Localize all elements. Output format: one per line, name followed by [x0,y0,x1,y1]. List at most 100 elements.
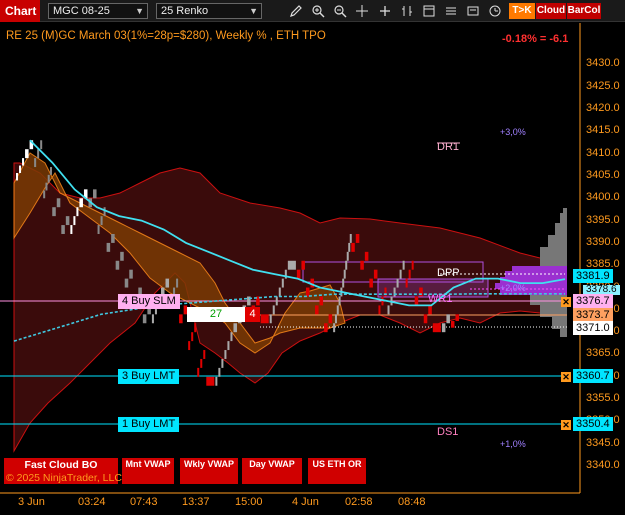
renko-brick [97,225,100,234]
renko-brick [315,305,319,315]
renko-brick [111,233,115,243]
price-tag-3371-0: 3371.0 [573,321,613,335]
renko-brick [34,158,37,168]
plus1-label: +1,0% [500,439,526,449]
renko-brick [269,314,272,324]
chevron-down-icon: ▼ [249,6,258,16]
renko-brick [296,269,301,279]
copyright-text: © 2025 NinjaTrader, LLC [6,472,122,484]
position-pnl-ticks[interactable]: 27 [187,307,245,322]
close-order-icon[interactable]: ✕ [561,297,571,307]
buy-slm-order-label[interactable]: 4 Buy SLM [118,294,180,309]
renko-brick [106,242,111,252]
bar-style-icon[interactable] [398,2,416,20]
price-tag-3360-7: 3360.7 [573,369,613,383]
renko-brick [305,287,310,297]
renko-brick [348,242,351,252]
y-tick-label: 3390.0 [586,235,620,248]
price-chart[interactable] [0,23,625,515]
pencil-icon[interactable] [287,2,305,20]
renko-brick [343,269,346,279]
mnt-vwap-button[interactable]: Mnt VWAP [122,458,174,484]
fast-cloud-bo-label: Fast Cloud BO [24,459,98,471]
price-tag-3373-7: 3373.7 [573,308,613,322]
cloud-button[interactable]: Cloud [536,3,566,19]
renko-brick [40,140,43,150]
plus3-label: +3,0% [500,127,526,137]
y-tick-label: 3415.0 [586,124,620,137]
plus-icon[interactable] [376,2,394,20]
renko-brick [120,251,124,261]
renko-brick [301,260,305,270]
renko-brick [165,278,170,288]
period-selector[interactable]: 25 Renko ▼ [156,3,262,19]
change-readout: -0.18% = -6.1 [502,33,569,45]
chart-tab-label[interactable]: Chart [0,0,40,22]
renko-brick [260,314,269,324]
renko-brick [129,269,133,279]
renko-brick [93,189,97,199]
y-tick-label: 3430.0 [586,57,620,70]
renko-brick [428,305,432,315]
renko-brick [384,287,387,297]
buy-lmt-3-order-label[interactable]: 3 Buy LMT [118,369,180,384]
renko-brick [73,216,76,226]
crosshair-icon[interactable] [353,2,371,20]
renko-brick [319,296,324,306]
renko-brick [414,296,419,306]
renko-brick [355,233,360,243]
renko-brick [328,314,333,324]
renko-brick [342,278,345,288]
clock-icon[interactable] [486,2,504,20]
renko-brick [200,358,203,368]
renko-brick [405,278,408,288]
renko-brick [61,225,65,234]
renko-brick [345,260,348,270]
renko-brick [19,165,22,173]
y-tick-label: 3395.0 [586,213,620,226]
renko-brick [43,190,46,199]
zoom-in-icon[interactable] [309,2,327,20]
chart-title: RE 25 (M)GC March 03(1%=28p=$280), Weekl… [6,30,326,42]
chart-panel[interactable]: RE 25 (M)GC March 03(1%=28p=$280), Weekl… [0,23,625,515]
close-order-icon[interactable]: ✕ [561,372,571,382]
renko-brick [206,376,215,386]
y-tick-label: 3400.0 [586,191,620,204]
renko-brick [233,323,237,333]
barcol-button[interactable]: BarCol [567,3,601,19]
renko-brick [275,296,278,306]
y-tick-label: 3420.0 [586,102,620,115]
instrument-value: MGC 08-25 [53,5,110,17]
dpp-label: DPP [437,267,460,279]
data-box-icon[interactable] [420,2,438,20]
renko-brick [52,207,56,217]
renko-brick [278,287,281,297]
day-vwap-button[interactable]: Day VWAP [242,458,302,484]
renko-brick [37,149,40,159]
wkly-vwap-button[interactable]: Wkly VWAP [180,458,238,484]
us-eth-or-button[interactable]: US ETH OR [308,458,366,484]
buy-lmt-1-order-label[interactable]: 1 Buy LMT [118,417,180,432]
period-value: 25 Renko [161,5,209,17]
renko-brick [419,287,423,297]
y-tick-label: 3345.0 [586,436,620,449]
properties-icon[interactable] [442,2,460,20]
instrument-selector[interactable]: MGC 08-25 ▼ [48,3,148,19]
renko-brick [224,350,227,359]
renko-brick [360,260,364,270]
tk-button[interactable]: T>K [509,3,535,19]
renko-brick [103,207,106,217]
renko-brick [333,323,336,333]
renko-brick [47,174,50,183]
position-qty[interactable]: 4 [245,307,260,322]
settings-icon[interactable] [464,2,482,20]
zoom-out-icon[interactable] [331,2,349,20]
x-tick-label: 02:58 [345,496,373,508]
renko-brick [455,314,459,322]
renko-brick [441,323,446,333]
renko-brick [281,278,284,288]
close-order-icon[interactable]: ✕ [561,420,571,430]
renko-brick [411,260,414,270]
renko-brick [22,158,25,166]
renko-brick [399,269,402,279]
